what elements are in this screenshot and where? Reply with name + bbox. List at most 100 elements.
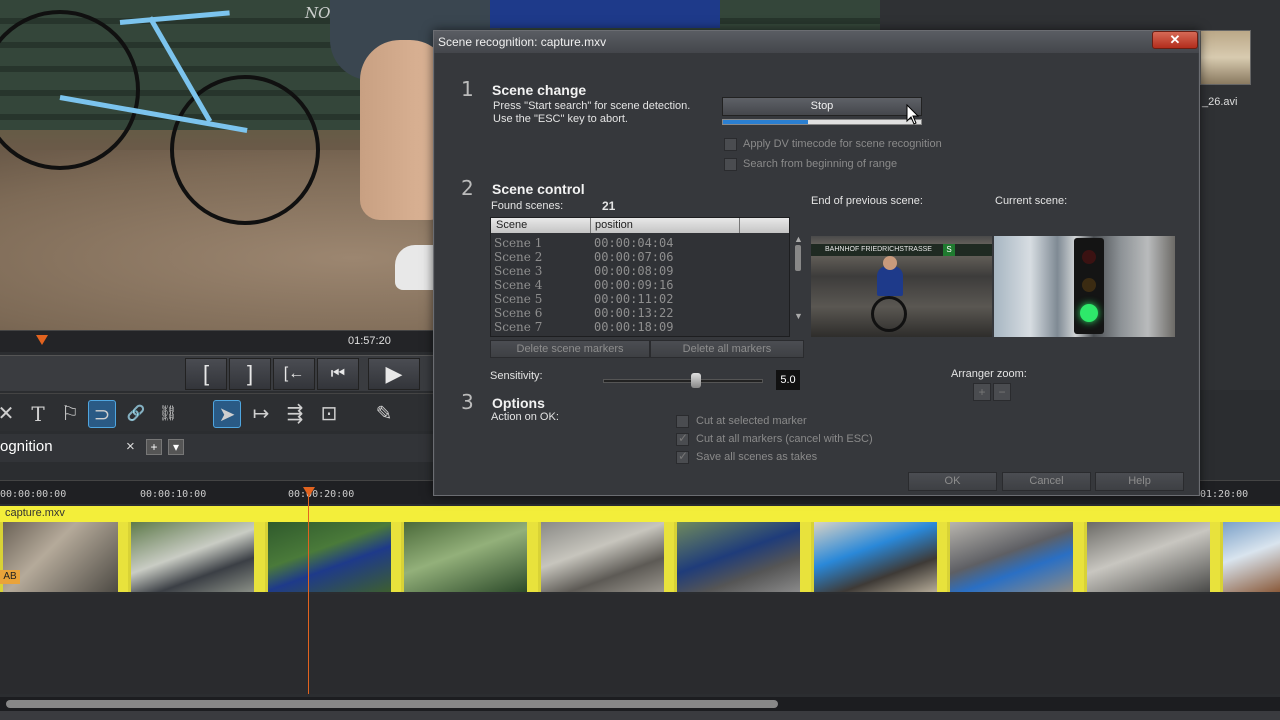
- scene-clip[interactable]: [401, 522, 527, 592]
- playhead-handle[interactable]: [303, 487, 315, 497]
- video-track[interactable]: AB: [0, 522, 1280, 592]
- stop-button[interactable]: Stop: [722, 97, 922, 116]
- scene-list-row[interactable]: Scene 2 00:00:07:06: [494, 250, 774, 264]
- previous-button[interactable]: ⏮: [317, 358, 359, 390]
- dialog-titlebar[interactable]: Scene recognition: capture.mxv ✕: [434, 31, 1199, 53]
- scene-clip[interactable]: [538, 522, 664, 592]
- cut-at-all-markers-label: Cut at all markers (cancel with ESC): [696, 433, 873, 445]
- go-to-in-button[interactable]: [←: [273, 358, 315, 390]
- tab-menu-button[interactable]: ▾: [168, 439, 184, 455]
- unlink-tool-icon[interactable]: ⛓: [154, 400, 182, 428]
- link-tool-icon[interactable]: 🔗: [122, 400, 150, 428]
- scrollbar-thumb[interactable]: [6, 700, 778, 708]
- delete-tool-icon[interactable]: ✕: [0, 400, 20, 428]
- apply-dv-timecode-checkbox[interactable]: [724, 138, 737, 151]
- tab-close-icon[interactable]: ×: [126, 438, 135, 455]
- column-header-scene[interactable]: Scene: [496, 219, 527, 231]
- green-light: [1080, 304, 1098, 322]
- sensitivity-slider[interactable]: [603, 373, 763, 388]
- preview-scrub-bar[interactable]: 01:57:20: [0, 330, 436, 352]
- column-divider[interactable]: [590, 218, 591, 233]
- section-number: 1: [461, 77, 474, 101]
- scene-clip[interactable]: [947, 522, 1073, 592]
- zoom-in-button[interactable]: +: [973, 383, 991, 401]
- found-scenes-label: Found scenes:: [491, 200, 564, 212]
- trim-tool-icon[interactable]: ⊡: [315, 400, 343, 428]
- status-strip: [0, 711, 1280, 720]
- play-button[interactable]: ▶: [368, 358, 420, 390]
- scene-clip[interactable]: [674, 522, 800, 592]
- action-on-ok-label: Action on OK:: [491, 411, 559, 423]
- media-thumbnail[interactable]: [1200, 30, 1251, 85]
- scene-clip[interactable]: [811, 522, 937, 592]
- range-tool-icon[interactable]: ↦: [247, 400, 275, 428]
- scene-list-row[interactable]: Scene 1 00:00:04:04: [494, 236, 774, 250]
- empty-track-area[interactable]: [0, 594, 1280, 694]
- eraser-tool-icon[interactable]: ✎: [370, 400, 398, 428]
- mark-out-button[interactable]: ]: [229, 358, 271, 390]
- tab-title[interactable]: ognition: [0, 438, 53, 455]
- scene-name: Scene 6: [494, 306, 543, 320]
- track-clip-name: capture.mxv: [5, 507, 65, 519]
- cancel-button[interactable]: Cancel: [1002, 472, 1091, 491]
- help-button[interactable]: Help: [1095, 472, 1184, 491]
- scene-list[interactable]: Scene position Scene 1 00:00:04:04 Scene 2…: [490, 217, 803, 337]
- delete-all-markers-button[interactable]: Delete all markers: [650, 340, 804, 358]
- text-tool-icon[interactable]: T: [24, 400, 52, 428]
- scene-clip[interactable]: [128, 522, 254, 592]
- transition-ab-badge[interactable]: AB: [0, 570, 20, 584]
- scroll-up-icon[interactable]: ▲: [794, 234, 803, 244]
- search-from-beginning-checkbox[interactable]: [724, 158, 737, 171]
- add-tab-button[interactable]: +: [146, 439, 162, 455]
- scene-position: 00:00:07:06: [594, 250, 674, 264]
- scrub-marker[interactable]: [36, 335, 48, 345]
- delete-scene-markers-button[interactable]: Delete scene markers: [490, 340, 650, 358]
- playhead-line[interactable]: [308, 487, 309, 694]
- save-all-scenes-checkbox[interactable]: [676, 449, 689, 464]
- scene-position: 00:00:08:09: [594, 264, 674, 278]
- cut-at-all-markers-checkbox[interactable]: [676, 431, 689, 446]
- scene-list-row[interactable]: Scene 7 00:00:18:09: [494, 320, 774, 334]
- multi-track-tool-icon[interactable]: ⇶: [281, 400, 309, 428]
- scene-name: Scene 2: [494, 250, 543, 264]
- scene-clip[interactable]: [1084, 522, 1210, 592]
- track-clip-header[interactable]: capture.mxv: [0, 506, 1280, 522]
- scene-clip[interactable]: [265, 522, 391, 592]
- scene-change-instruction: Press "Start search" for scene detection…: [493, 100, 691, 112]
- apply-dv-timecode-label: Apply DV timecode for scene recognition: [743, 138, 942, 150]
- scrollbar-thumb[interactable]: [795, 245, 801, 271]
- scene-list-row[interactable]: Scene 5 00:00:11:02: [494, 292, 774, 306]
- scene-list-row[interactable]: Scene 6 00:00:13:22: [494, 306, 774, 320]
- dialog-close-button[interactable]: ✕: [1152, 31, 1198, 49]
- scene-list-scrollbar[interactable]: ▲ ▼: [791, 233, 805, 333]
- pointer-tool-icon[interactable]: ➤: [213, 400, 241, 428]
- current-scene-label: Current scene:: [995, 195, 1068, 207]
- zoom-out-button[interactable]: −: [993, 383, 1011, 401]
- sensitivity-value[interactable]: 5.0: [776, 370, 800, 390]
- section-title-options: Options: [492, 395, 545, 411]
- scene-name: Scene 3: [494, 264, 543, 278]
- column-header-position[interactable]: position: [595, 219, 633, 231]
- ok-button[interactable]: OK: [908, 472, 997, 491]
- scene-list-row[interactable]: Scene 3 00:00:08:09: [494, 264, 774, 278]
- amber-light: [1082, 278, 1096, 292]
- scroll-down-icon[interactable]: ▼: [794, 311, 803, 321]
- section-number: 3: [461, 390, 474, 414]
- current-scene-preview: [994, 236, 1175, 337]
- mark-in-button[interactable]: [: [185, 358, 227, 390]
- scene-position: 00:00:18:09: [594, 320, 674, 334]
- snap-tool-icon[interactable]: ⊃: [88, 400, 116, 428]
- transport-controls: [ ] [← ⏮ ▶: [0, 355, 436, 391]
- sensitivity-label: Sensitivity:: [490, 370, 543, 382]
- scene-list-row[interactable]: Scene 4 00:00:09:16: [494, 278, 774, 292]
- cut-at-selected-marker-checkbox[interactable]: [676, 415, 689, 428]
- progress-fill: [723, 120, 809, 124]
- flag-tool-icon[interactable]: ⚐: [56, 400, 84, 428]
- s-bahn-logo: S: [943, 244, 955, 256]
- column-divider[interactable]: [739, 218, 740, 233]
- scene-position: 00:00:11:02: [594, 292, 674, 306]
- scene-clip[interactable]: [1220, 522, 1280, 592]
- slider-knob[interactable]: [691, 373, 701, 388]
- timeline-horizontal-scrollbar[interactable]: [0, 697, 1280, 711]
- station-sign: BAHNHOF FRIEDRICHSTRASSE: [811, 244, 992, 256]
